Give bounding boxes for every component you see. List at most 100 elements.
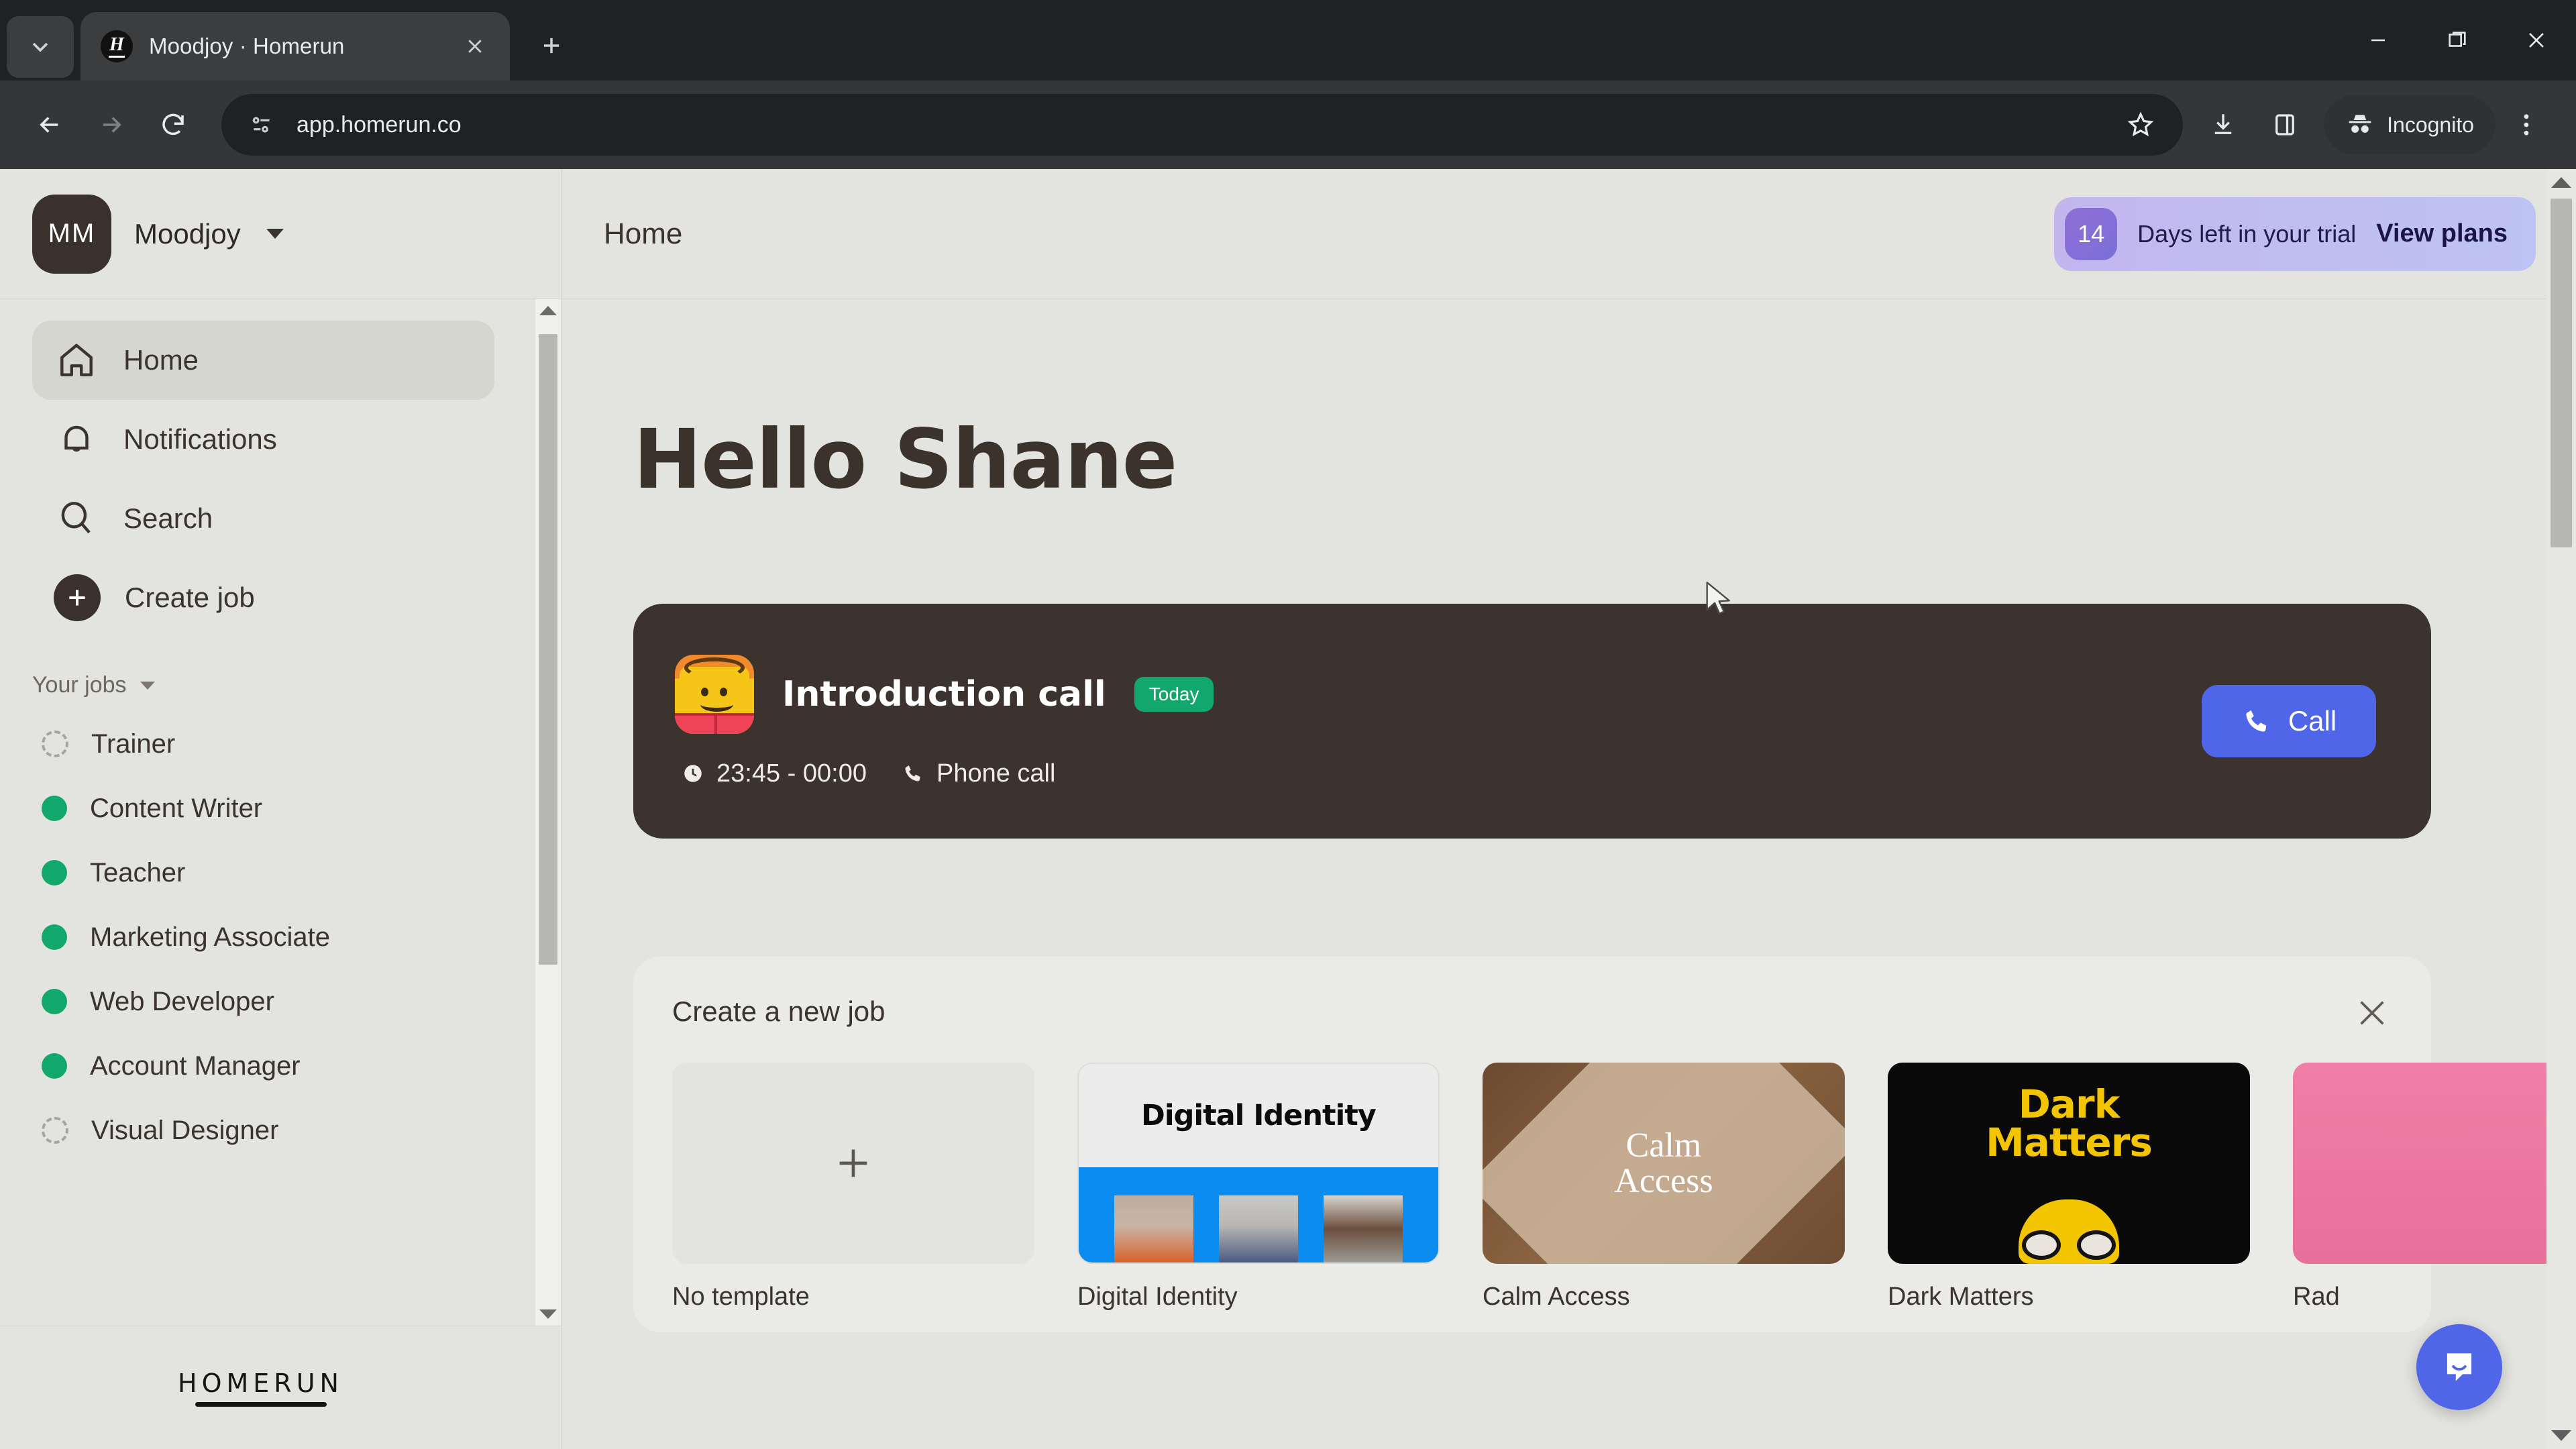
tab-favicon-icon: H [101,30,133,62]
downloads-button[interactable] [2192,94,2254,156]
trial-banner[interactable]: 14 Days left in your trial View plans [2054,197,2536,271]
scroll-up-button[interactable] [539,299,557,322]
template-thumb-text: Dark Matters [1986,1081,2153,1162]
template-name: Rad [2293,1283,2340,1311]
sidebar-item-notifications[interactable]: Notifications [32,400,494,479]
site-settings-icon[interactable] [244,107,279,142]
scroll-down-button[interactable] [539,1303,557,1326]
close-icon [468,40,482,53]
page-viewport: MM Moodjoy Home Notifications Search Cre… [0,169,2576,1449]
side-panel-button[interactable] [2254,94,2316,156]
plus-circle-icon [54,574,101,621]
job-label: Teacher [90,857,186,888]
triangle-down-icon [2551,1430,2571,1441]
bookmark-button[interactable] [2114,99,2167,151]
thumb-line-1: Dark [2018,1081,2120,1127]
tab-close-button[interactable] [458,29,492,64]
favicon-letter: H [109,34,124,55]
status-dot-draft-icon [42,1117,68,1144]
scrollbar-thumb[interactable] [539,334,557,965]
bell-icon [54,417,99,462]
sidebar-item-label: Search [123,502,213,534]
scrollbar-track[interactable] [535,322,561,1303]
template-card-no-template[interactable]: No template [672,1063,1034,1311]
sidebar-item-label: Notifications [123,423,277,455]
list-item[interactable]: Trainer [0,712,561,776]
sliders-icon [252,117,270,133]
scrollbar-thumb[interactable] [2551,199,2572,547]
template-thumb-text: Digital Identity [1141,1098,1377,1132]
template-list: No template Digital Identity Digital Ide… [672,1063,2576,1311]
scroll-up-button[interactable] [2551,169,2571,196]
sidebar-scrollbar[interactable] [535,299,561,1326]
template-thumbnail: Calm Access [1483,1063,1845,1264]
greeting-heading: Hello Shane [633,412,1177,507]
address-bar[interactable]: app.homerun.co [221,94,2184,156]
list-item[interactable]: Account Manager [0,1034,561,1098]
template-thumbnail [672,1063,1034,1264]
chat-support-button[interactable] [2416,1324,2502,1410]
scroll-content: Hello Shane Introduction call Today 23:4… [562,299,2576,1449]
call-type-text: Phone call [936,759,1056,788]
app-sidebar: MM Moodjoy Home Notifications Search Cre… [0,169,562,1449]
template-thumbnail: Dark Matters [1888,1063,2250,1264]
minimize-button[interactable] [2339,0,2418,80]
close-window-button[interactable] [2497,0,2576,80]
sidebar-item-home[interactable]: Home [32,321,494,400]
status-dot-live-icon [42,989,67,1014]
list-item[interactable]: Content Writer [0,776,561,841]
template-card-dark-matters[interactable]: Dark Matters Dark Matters [1888,1063,2250,1311]
browser-window: H Moodjoy · Homerun app.homerun.co Incog… [0,0,2576,1449]
list-item[interactable]: Teacher [0,841,561,905]
sidebar-item-create-job[interactable]: Create job [32,558,494,637]
scrollbar-track[interactable] [2546,196,2576,1422]
profile-incognito-button[interactable]: Incognito [2324,95,2496,154]
chrome-menu-button[interactable] [2496,94,2557,156]
tab-search-button[interactable] [7,16,74,78]
profile-label: Incognito [2387,112,2474,137]
template-card-digital-identity[interactable]: Digital Identity Digital Identity [1077,1063,1440,1311]
list-item[interactable]: Visual Designer [0,1098,561,1163]
call-time: 23:45 - 00:00 [682,759,867,788]
maximize-button[interactable] [2418,0,2497,80]
sidebar-item-label: Create job [125,582,255,613]
template-thumbnail: Digital Identity [1077,1063,1440,1264]
call-time-text: 23:45 - 00:00 [716,759,867,788]
side-panel-icon [2275,114,2295,136]
org-switcher[interactable]: MM Moodjoy [0,169,561,299]
upcoming-call-card[interactable]: Introduction call Today 23:45 - 00:00 Ph… [633,604,2431,839]
url-text[interactable]: app.homerun.co [297,112,2097,138]
status-badge: Today [1134,676,1214,712]
close-panel-button[interactable] [2353,994,2394,1034]
view-plans-link[interactable]: View plans [2376,219,2508,248]
call-button-label: Call [2288,705,2337,737]
back-button[interactable] [19,94,80,156]
browser-tab[interactable]: H Moodjoy · Homerun [80,12,510,80]
template-name: Dark Matters [1888,1283,2034,1311]
template-card-calm-access[interactable]: Calm Access Calm Access [1483,1063,1845,1311]
status-dot-draft-icon [42,731,68,757]
template-card-rad[interactable]: Rad [2293,1063,2576,1311]
reload-icon [162,113,184,136]
page-topbar: Home 14 Days left in your trial View pla… [562,169,2576,299]
job-label: Content Writer [90,793,263,823]
reload-button[interactable] [142,94,204,156]
list-item[interactable]: Web Developer [0,969,561,1034]
chevron-down-icon [140,681,155,690]
page-scrollbar[interactable] [2546,169,2576,1449]
new-tab-button[interactable] [525,19,578,72]
list-item[interactable]: Marketing Associate [0,905,561,969]
photo-thumb [1219,1195,1298,1263]
clock-icon [684,765,702,782]
call-button[interactable]: Call [2202,685,2376,757]
section-label: Your jobs [32,672,127,698]
scroll-down-button[interactable] [2551,1422,2571,1449]
sidebar-item-search[interactable]: Search [32,479,494,558]
your-jobs-section-header[interactable]: Your jobs [32,672,561,698]
forward-button[interactable] [80,94,142,156]
forward-arrow-icon [103,117,121,133]
thumb-line-2: Access [1614,1162,1713,1200]
trial-text: Days left in your trial [2137,219,2357,248]
main-content: Home 14 Days left in your trial View pla… [562,169,2576,1449]
phone-icon [2246,710,2267,732]
